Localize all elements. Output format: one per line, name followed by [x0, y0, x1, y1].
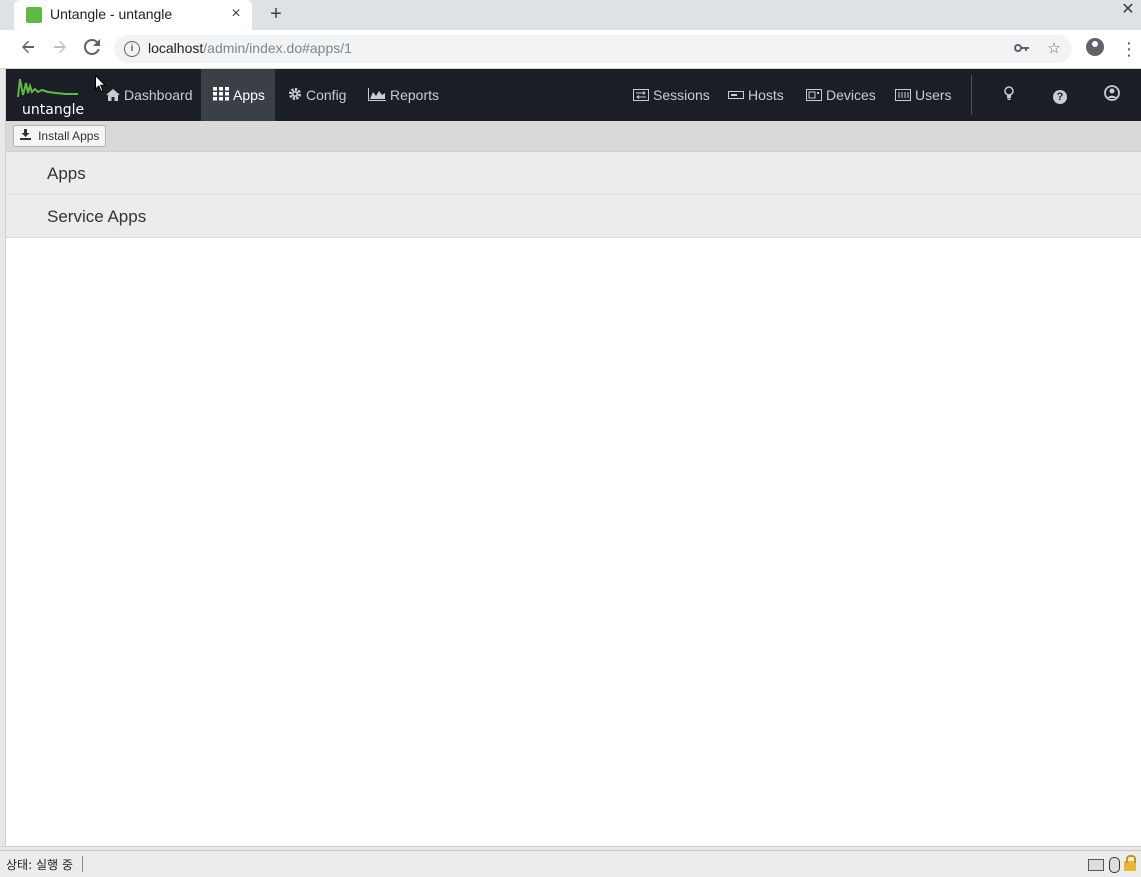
keyboard-icon[interactable] [1088, 859, 1104, 871]
reload-button[interactable] [80, 37, 104, 61]
nav-apps-label: Apps [233, 87, 265, 103]
tab-title: Untangle - untangle [50, 6, 173, 22]
nav-separator [971, 75, 972, 115]
site-info-icon[interactable]: i [124, 41, 140, 57]
untangle-favicon-icon [26, 7, 42, 23]
profile-icon[interactable] [1086, 38, 1104, 56]
users-icon [895, 70, 911, 122]
address-bar[interactable]: i localhost/admin/index.do#apps/1 ☆ [114, 35, 1072, 63]
account-icon[interactable] [1102, 85, 1122, 105]
nav-users[interactable]: Users [883, 69, 964, 121]
url-text[interactable]: localhost/admin/index.do#apps/1 [148, 40, 352, 56]
help-icon[interactable]: ? [1050, 85, 1070, 105]
forward-button[interactable] [48, 37, 72, 61]
nav-dashboard[interactable]: Dashboard [94, 69, 205, 121]
nav-sessions[interactable]: Sessions [621, 69, 722, 121]
status-divider [82, 856, 83, 872]
key-icon[interactable] [1012, 39, 1032, 59]
section-service-apps-title: Service Apps [47, 207, 147, 226]
nav-hosts-label: Hosts [748, 87, 784, 103]
sessions-icon [633, 70, 649, 122]
install-apps-label: Install Apps [38, 129, 100, 143]
area-chart-icon [368, 70, 386, 122]
browser-tab[interactable]: Untangle - untangle × [14, 0, 252, 30]
nav-reports[interactable]: Reports [356, 69, 451, 121]
section-service-apps[interactable]: Service Apps [6, 195, 1141, 238]
hosts-icon [728, 70, 744, 122]
nav-devices[interactable]: Devices [794, 69, 888, 121]
install-apps-button[interactable]: Install Apps [13, 125, 107, 147]
untangle-logo[interactable]: untangle [16, 75, 84, 118]
reload-icon [83, 38, 100, 55]
new-tab-button[interactable]: + [264, 2, 288, 26]
home-icon [106, 70, 120, 122]
browser-menu-icon[interactable]: ⋮ [1120, 37, 1138, 61]
back-arrow-icon [22, 40, 34, 54]
help-glyph: ? [1053, 90, 1067, 104]
devices-icon [806, 70, 822, 122]
bookmark-star-icon[interactable]: ☆ [1044, 39, 1064, 59]
nav-reports-label: Reports [390, 87, 440, 103]
gear-icon [288, 70, 302, 122]
apps-toolbar: Install Apps [6, 121, 1141, 152]
forward-arrow-icon [54, 40, 66, 54]
nav-devices-label: Devices [826, 87, 876, 103]
tab-close-icon[interactable]: × [228, 5, 244, 23]
nav-config-label: Config [306, 87, 347, 103]
nav-hosts[interactable]: Hosts [716, 69, 796, 121]
download-icon [20, 129, 34, 143]
mouse-icon[interactable] [1109, 857, 1120, 873]
app-header: untangle Dashboard Apps Config Reports S… [6, 69, 1141, 121]
apps-content-area [6, 240, 1141, 846]
url-path: /admin/index.do#apps/1 [203, 40, 352, 56]
section-apps-title: Apps [47, 164, 86, 183]
nav-sessions-label: Sessions [653, 87, 710, 103]
logo-text: untangle [22, 102, 85, 118]
browser-toolbar: i localhost/admin/index.do#apps/1 ☆ ⋮ [0, 30, 1141, 69]
back-button[interactable] [16, 37, 40, 61]
nav-apps[interactable]: Apps [201, 69, 275, 121]
nav-config[interactable]: Config [276, 69, 358, 121]
mouse-cursor-icon [95, 75, 107, 93]
lock-icon[interactable] [1124, 855, 1136, 871]
window-close-button[interactable]: ✕ [1119, 0, 1137, 20]
status-bar: 상태: 실행 중 [0, 850, 1141, 877]
nav-users-label: Users [915, 87, 952, 103]
url-host: localhost [148, 40, 204, 56]
section-apps[interactable]: Apps [6, 152, 1141, 195]
untangle-logo-icon [17, 78, 78, 98]
lightbulb-icon[interactable] [999, 85, 1019, 105]
grid-icon [213, 70, 229, 122]
nav-dashboard-label: Dashboard [124, 87, 193, 103]
browser-tabstrip: Untangle - untangle × + ✕ [0, 0, 1141, 30]
status-text: 상태: 실행 중 [6, 858, 73, 872]
